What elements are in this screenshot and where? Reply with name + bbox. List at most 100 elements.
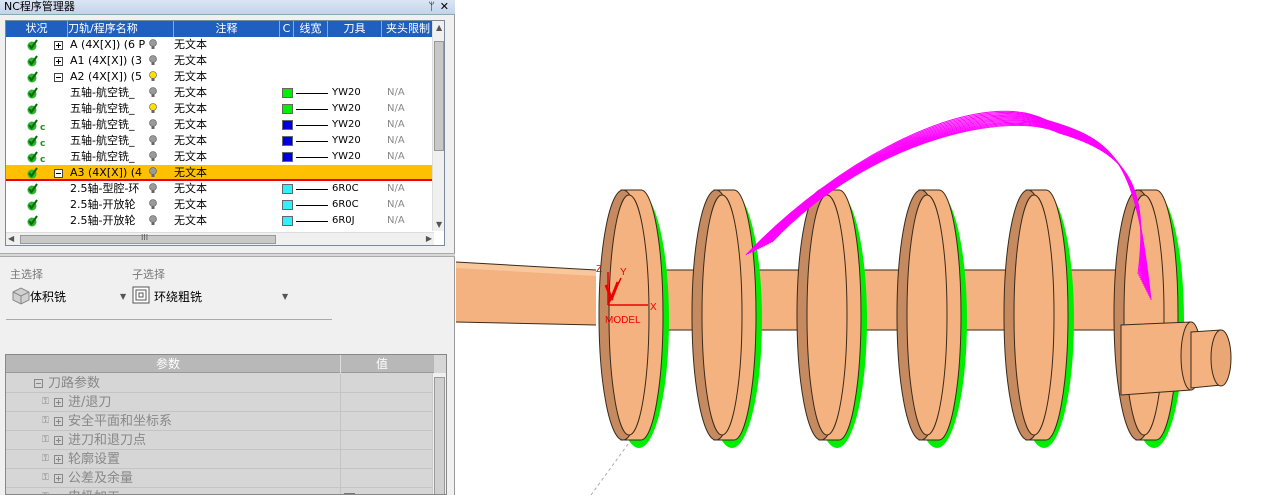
program-name: 2.5轴-开放轮 [70, 198, 136, 211]
tree-row[interactable]: A2 (4X[X]) (5 P 无文本 [6, 69, 434, 85]
linewidth-line [296, 189, 328, 190]
worm-flight [896, 189, 967, 448]
scroll-down-icon[interactable]: ▼ [436, 220, 442, 229]
clamp-limit: N/A [387, 199, 405, 210]
scroll-right-icon[interactable]: ▶ [426, 234, 432, 243]
param-label: 刀路参数 [48, 376, 101, 391]
bulb-icon[interactable] [149, 119, 157, 130]
status-check-icon [27, 39, 38, 51]
col-header-linewidth[interactable]: 线宽 [294, 21, 328, 37]
chevron-down-icon: ▼ [120, 292, 127, 301]
params-scrollbar[interactable] [432, 373, 446, 494]
params-scroll-thumb[interactable] [434, 377, 445, 494]
col-header-tool[interactable]: 刀具 [328, 21, 382, 37]
note-text: 无文本 [174, 214, 207, 227]
tree-row[interactable]: 五轴-航空铣_ 无文本 YW20 N/A [6, 101, 434, 117]
tree-vertical-scrollbar[interactable]: ▲ ▼ [432, 21, 444, 231]
program-name: A (4X[X]) (6 P) [70, 38, 146, 51]
bulb-icon[interactable] [149, 39, 157, 50]
bulb-icon[interactable] [149, 87, 157, 98]
tree-row[interactable]: 2.5轴-开放轮 无文本 6R0C N/A [6, 197, 434, 213]
linewidth-line [296, 221, 328, 222]
color-swatch[interactable] [282, 216, 293, 226]
expand-icon[interactable] [54, 436, 63, 445]
bulb-icon[interactable] [149, 183, 157, 194]
expand-icon[interactable] [54, 417, 63, 426]
main-selection-value: 体积铣 [30, 290, 67, 304]
param-row[interactable]: 刀路参数 [6, 374, 434, 393]
expand-icon[interactable] [54, 41, 63, 50]
params-header: 参数 值 [6, 355, 434, 373]
bulb-icon[interactable] [149, 167, 157, 178]
tree-row[interactable]: A (4X[X]) (6 P) 无文本 [6, 37, 434, 53]
color-swatch[interactable] [282, 88, 293, 98]
note-text: 无文本 [174, 118, 207, 131]
scroll-thumb[interactable] [434, 41, 444, 151]
color-swatch[interactable] [282, 200, 293, 210]
linewidth-line [296, 109, 328, 110]
param-label: 公差及余量 [68, 471, 134, 486]
expand-icon[interactable] [54, 455, 63, 464]
param-row[interactable]: ⚿ 公差及余量 [6, 469, 434, 488]
bulb-icon[interactable] [149, 151, 157, 162]
color-swatch[interactable] [282, 104, 293, 114]
axis-y-label: Y [620, 267, 627, 278]
close-icon[interactable]: ✕ [440, 0, 449, 14]
bulb-icon[interactable] [149, 135, 157, 146]
program-name: A2 (4X[X]) (5 P [70, 70, 146, 83]
tree-row[interactable]: c 五轴-航空铣_ 无文本 YW20 N/A [6, 117, 434, 133]
volume-mill-icon [12, 287, 30, 305]
color-swatch[interactable] [282, 120, 293, 130]
flight-face-highlight [701, 194, 743, 436]
scroll-left-icon[interactable]: ◀ [8, 234, 14, 243]
scroll-up-icon[interactable]: ▲ [436, 23, 442, 32]
tree-row[interactable]: A3 (4X[X]) (4 P 无文本 [6, 165, 434, 181]
tree-row[interactable]: 2.5轴-型腔-环 无文本 6R0C N/A [6, 181, 434, 197]
color-swatch[interactable] [282, 184, 293, 194]
tree-row[interactable]: A1 (4X[X]) (3 P 无文本 [6, 53, 434, 69]
pin-icon[interactable]: ᛘ [428, 0, 435, 14]
linewidth-line [296, 125, 328, 126]
tree-row[interactable]: c 五轴-航空铣_ 无文本 YW20 N/A [6, 149, 434, 165]
main-selection-dropdown[interactable]: 体积铣 ▼ [8, 284, 132, 308]
param-row[interactable]: ⚿ 进刀和退刀点 [6, 431, 434, 450]
status-check-icon [27, 167, 38, 179]
model-canvas[interactable]: Z Y X MODEL [455, 0, 1273, 496]
note-text: 无文本 [174, 150, 207, 163]
sub-selection-dropdown[interactable]: 环绕粗铣 ▼ [130, 284, 292, 308]
3d-viewport[interactable]: Z Y X MODEL [455, 0, 1273, 496]
param-row[interactable]: ⚿ 进/退刀 [6, 393, 434, 412]
param-label: 安全平面和坐标系 [68, 414, 173, 429]
splitter[interactable] [0, 253, 455, 257]
param-row[interactable]: ⚿ 安全平面和坐标系 [6, 412, 434, 431]
bulb-icon[interactable] [149, 71, 157, 82]
col-header-note[interactable]: 注释 [174, 21, 280, 37]
collapse-icon[interactable] [54, 169, 63, 178]
bulb-icon[interactable] [149, 215, 157, 226]
expand-icon[interactable] [54, 474, 63, 483]
lock-icon: ⚿ [42, 454, 49, 464]
expand-icon[interactable] [54, 57, 63, 66]
bulb-icon[interactable] [149, 55, 157, 66]
tree-row[interactable]: 2.5轴-开放轮 无文本 6R0J N/A [6, 213, 434, 229]
param-row[interactable]: ⚿ 轮廓设置 [6, 450, 434, 469]
col-header-name[interactable]: 刀轨/程序名称 [68, 21, 174, 37]
collapse-icon[interactable] [34, 379, 43, 388]
hscroll-thumb[interactable]: III [20, 233, 276, 244]
tree-horizontal-scrollbar[interactable]: ◀ III ▶ [6, 232, 434, 245]
status-check-icon [27, 55, 38, 67]
color-swatch[interactable] [282, 152, 293, 162]
construction-line [590, 439, 632, 496]
col-header-status[interactable]: 状况 [6, 21, 68, 37]
tree-row[interactable]: c 五轴-航空铣_ 无文本 YW20 N/A [6, 133, 434, 149]
bulb-icon[interactable] [149, 103, 157, 114]
bulb-icon[interactable] [149, 199, 157, 210]
program-name: A1 (4X[X]) (3 P [70, 54, 146, 67]
param-row[interactable]: ⚿电极加工 [6, 488, 434, 494]
tree-row[interactable]: 五轴-航空铣_ 无文本 YW20 N/A [6, 85, 434, 101]
col-header-c[interactable]: C [280, 21, 294, 37]
expand-icon[interactable] [54, 398, 63, 407]
param-label: 电极加工 [68, 488, 120, 494]
color-swatch[interactable] [282, 136, 293, 146]
collapse-icon[interactable] [54, 73, 63, 82]
